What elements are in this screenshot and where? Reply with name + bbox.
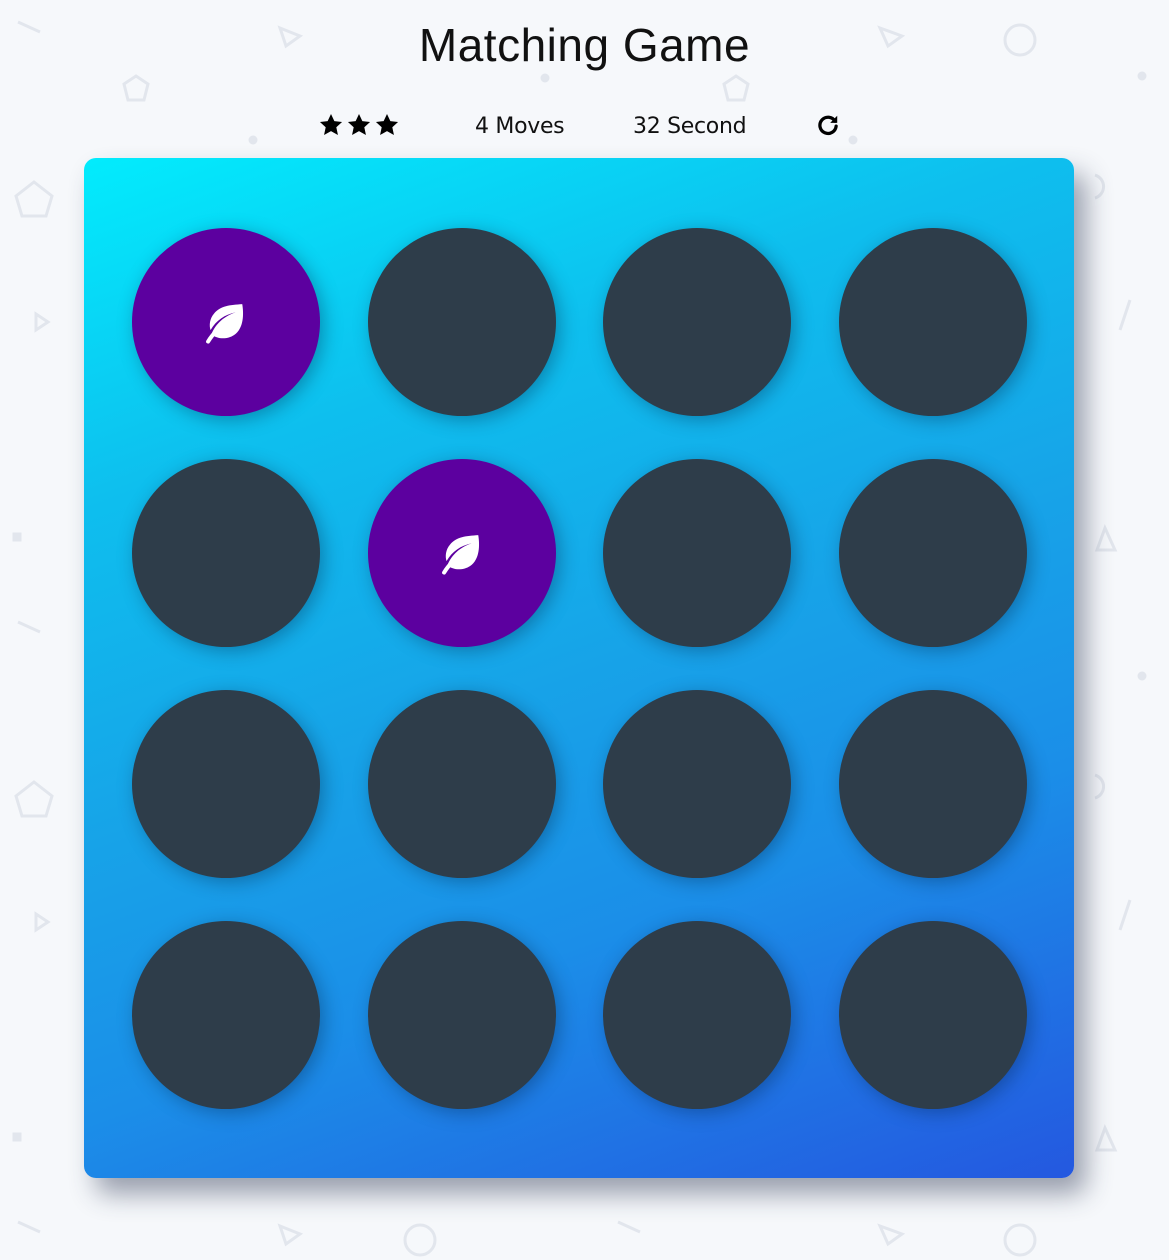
card[interactable] (132, 921, 320, 1109)
card[interactable] (367, 228, 556, 416)
card[interactable] (132, 459, 320, 647)
card[interactable] (132, 228, 320, 416)
card[interactable] (367, 690, 556, 878)
score-panel: 4 Moves 32 Second (0, 108, 1169, 144)
card[interactable] (132, 690, 320, 878)
leaf-icon (441, 535, 479, 575)
card[interactable] (603, 228, 791, 416)
card[interactable] (838, 921, 1027, 1109)
restart-icon (818, 115, 838, 136)
card[interactable] (838, 690, 1027, 878)
star-icon (375, 113, 399, 135)
card[interactable] (838, 228, 1027, 416)
star-icon (347, 113, 371, 135)
moves-counter: 4 Moves (475, 114, 565, 139)
card[interactable] (367, 921, 556, 1109)
card[interactable] (367, 459, 556, 647)
card[interactable] (838, 459, 1027, 647)
timer: 32 Second (633, 114, 747, 139)
card-deck (84, 158, 1074, 1178)
card[interactable] (603, 459, 791, 647)
leaf-icon (206, 304, 244, 344)
star-icon (319, 113, 343, 135)
game-title: Matching Game (418, 19, 751, 71)
star-rating (318, 112, 400, 138)
card[interactable] (603, 690, 791, 878)
card[interactable] (603, 921, 791, 1109)
restart-button[interactable] (815, 112, 841, 138)
